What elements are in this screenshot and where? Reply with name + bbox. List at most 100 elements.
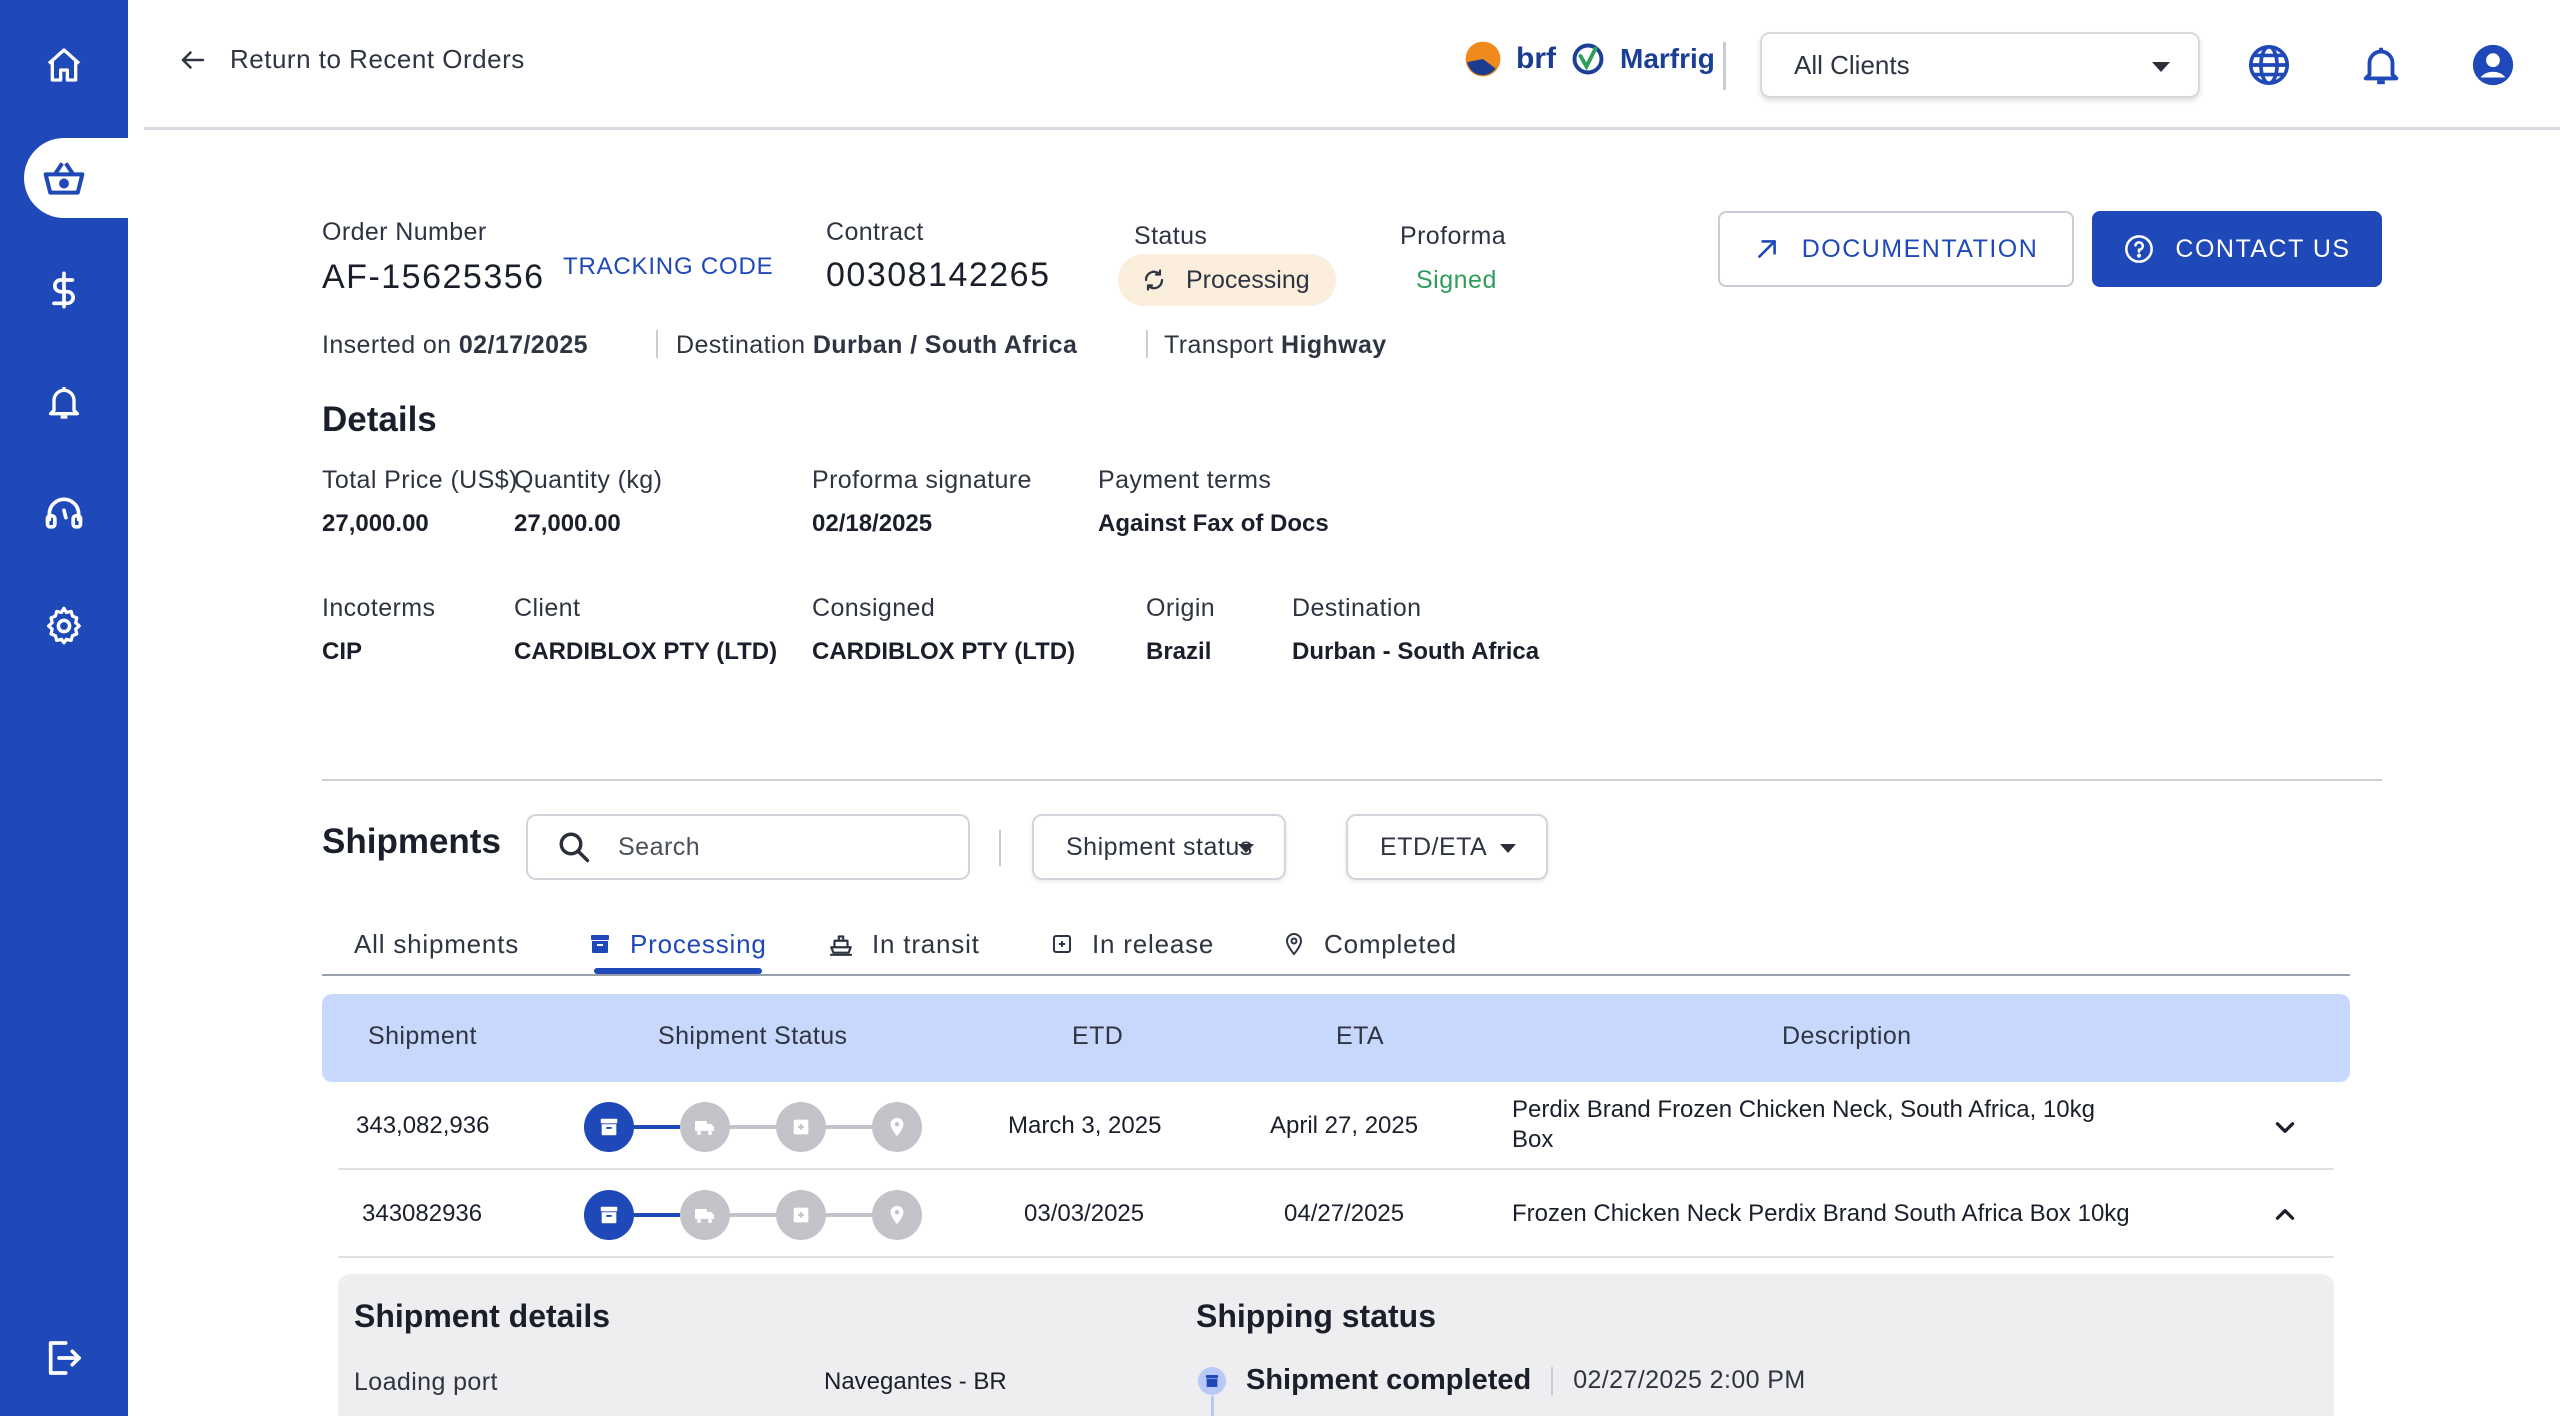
client-select[interactable]: All Clients: [1760, 32, 2200, 98]
section-divider: [322, 779, 2382, 781]
nav-finance[interactable]: [0, 250, 128, 330]
client-select-value: All Clients: [1794, 49, 1910, 80]
brand-marfrig: Marfrig: [1620, 43, 1715, 74]
contact-us-button-label: CONTACT US: [2175, 234, 2351, 263]
nav-orders[interactable]: [24, 138, 128, 218]
refresh-icon: [1144, 269, 1164, 291]
home-icon: [47, 48, 81, 82]
documentation-button[interactable]: DOCUMENTATION: [1718, 211, 2074, 287]
status-event-icon: [1198, 1366, 1226, 1395]
quantity-label: Quantity (kg): [514, 466, 663, 494]
nav-logout[interactable]: [0, 1318, 128, 1398]
etd-value: 03/03/2025: [1024, 1200, 1145, 1227]
status-event-divider: [1551, 1366, 1554, 1395]
top-header: Return to Recent Orders brf Marfrig All …: [144, 0, 2560, 130]
table-row[interactable]: 343,082,936 March 3, 2025 April 27, 2025…: [338, 1082, 2334, 1170]
logout-icon: [48, 1341, 81, 1375]
description-line-1: Perdix Brand Frozen Chicken Neck, South …: [1512, 1096, 2095, 1123]
details-title: Details: [322, 400, 437, 439]
etd-value: March 3, 2025: [1008, 1112, 1162, 1139]
nav-notifications[interactable]: [0, 362, 128, 442]
shipments-table-header: Shipment Shipment Status ETD ETA Descrip…: [322, 994, 2350, 1082]
status-value: Processing: [1186, 265, 1310, 294]
shipment-details-title: Shipment details: [354, 1298, 611, 1334]
tabs-divider: [322, 974, 2350, 976]
inserted-on: Inserted on 02/17/2025: [322, 331, 588, 359]
nav-settings[interactable]: [0, 586, 128, 666]
meta-divider: [656, 330, 658, 358]
contact-us-button[interactable]: CONTACT US: [2092, 211, 2382, 287]
meta-divider: [1146, 330, 1148, 358]
search-input[interactable]: [618, 832, 948, 862]
incoterms-value: CIP: [322, 638, 363, 665]
total-price-label: Total Price (US$): [322, 466, 518, 494]
brf-logo-icon: [1465, 41, 1501, 77]
loading-port-value: Navegantes - BR: [824, 1368, 1007, 1395]
table-row[interactable]: 343082936 03/03/2025 04/27/2025 Frozen C…: [338, 1170, 2334, 1258]
caret-down-icon: [1500, 844, 1516, 853]
shipment-id: 343082936: [362, 1200, 483, 1227]
transport-summary: Transport Highway: [1164, 331, 1387, 359]
tracking-code-link[interactable]: TRACKING CODE: [563, 253, 773, 281]
destination-label: Destination: [1292, 594, 1422, 622]
shipment-status-filter[interactable]: Shipment status: [1032, 814, 1286, 880]
tab-all-shipments[interactable]: All shipments: [354, 914, 519, 974]
status-timeline-line: [1211, 1396, 1214, 1416]
search-box[interactable]: [526, 814, 970, 880]
proforma-signature-value: 02/18/2025: [812, 510, 933, 537]
step-transit-icon: [680, 1190, 730, 1240]
etd-eta-filter[interactable]: ETD/ETA: [1346, 814, 1548, 880]
tab-completed[interactable]: Completed: [1282, 914, 1457, 974]
step-release-icon: [776, 1102, 826, 1152]
toolbar-divider: [999, 830, 1001, 866]
shipping-status-event: Shipment completed 02/27/2025 2:00 PM: [1198, 1364, 1806, 1397]
location-pin-icon: [1285, 933, 1303, 956]
caret-down-icon: [2152, 62, 2170, 72]
column-header-etd: ETD: [1072, 1022, 1124, 1050]
nav-support[interactable]: [0, 474, 128, 554]
step-release-icon: [776, 1190, 826, 1240]
chevron-down-icon[interactable]: [2272, 1114, 2298, 1140]
payment-terms-value: Against Fax of Docs: [1098, 510, 1329, 537]
basket-icon: [43, 162, 85, 195]
status-event-title: Shipment completed: [1246, 1364, 1532, 1396]
status-label: Status: [1134, 222, 1208, 250]
tab-label: Processing: [630, 928, 767, 959]
chevron-up-icon[interactable]: [2272, 1202, 2298, 1228]
notification-bell-icon[interactable]: [2358, 42, 2404, 88]
status-badge: Processing: [1118, 254, 1336, 306]
client-value: CARDIBLOX PTY (LTD): [514, 638, 778, 665]
back-to-orders-link[interactable]: Return to Recent Orders: [178, 44, 525, 75]
step-completed-icon: [872, 1190, 922, 1240]
loading-port-label: Loading port: [354, 1368, 498, 1396]
tab-processing[interactable]: Processing: [588, 914, 767, 974]
column-header-shipment: Shipment: [368, 1022, 477, 1050]
tab-in-transit[interactable]: In transit: [828, 914, 980, 974]
step-completed-icon: [872, 1102, 922, 1152]
description-line-2: Box: [1512, 1126, 1554, 1153]
active-tab-indicator: [594, 968, 762, 974]
column-header-description: Description: [1782, 1022, 1912, 1050]
proforma-label: Proforma: [1400, 222, 1507, 250]
destination-value: Durban - South Africa: [1292, 638, 1540, 665]
ship-icon: [830, 935, 852, 956]
user-account-icon[interactable]: [2470, 42, 2516, 88]
nav-home[interactable]: [0, 25, 128, 105]
tab-label: All shipments: [354, 928, 520, 959]
consigned-label: Consigned: [812, 594, 936, 622]
caret-down-icon: [1238, 844, 1254, 853]
destination-summary: Destination Durban / South Africa: [676, 331, 1078, 359]
order-number-label: Order Number: [322, 218, 487, 246]
gear-icon: [47, 606, 81, 645]
column-header-status: Shipment Status: [658, 1022, 848, 1050]
tab-label: In release: [1092, 928, 1215, 959]
shipment-progress: [584, 1102, 924, 1152]
shipment-status-filter-label: Shipment status: [1066, 832, 1253, 861]
etd-eta-filter-label: ETD/ETA: [1380, 832, 1488, 861]
release-box-icon: [1053, 935, 1071, 953]
proforma-signature-label: Proforma signature: [812, 466, 1032, 494]
tab-in-release[interactable]: In release: [1050, 914, 1214, 974]
support-icon: [45, 497, 83, 529]
globe-icon[interactable]: [2246, 42, 2292, 88]
origin-label: Origin: [1146, 594, 1216, 622]
